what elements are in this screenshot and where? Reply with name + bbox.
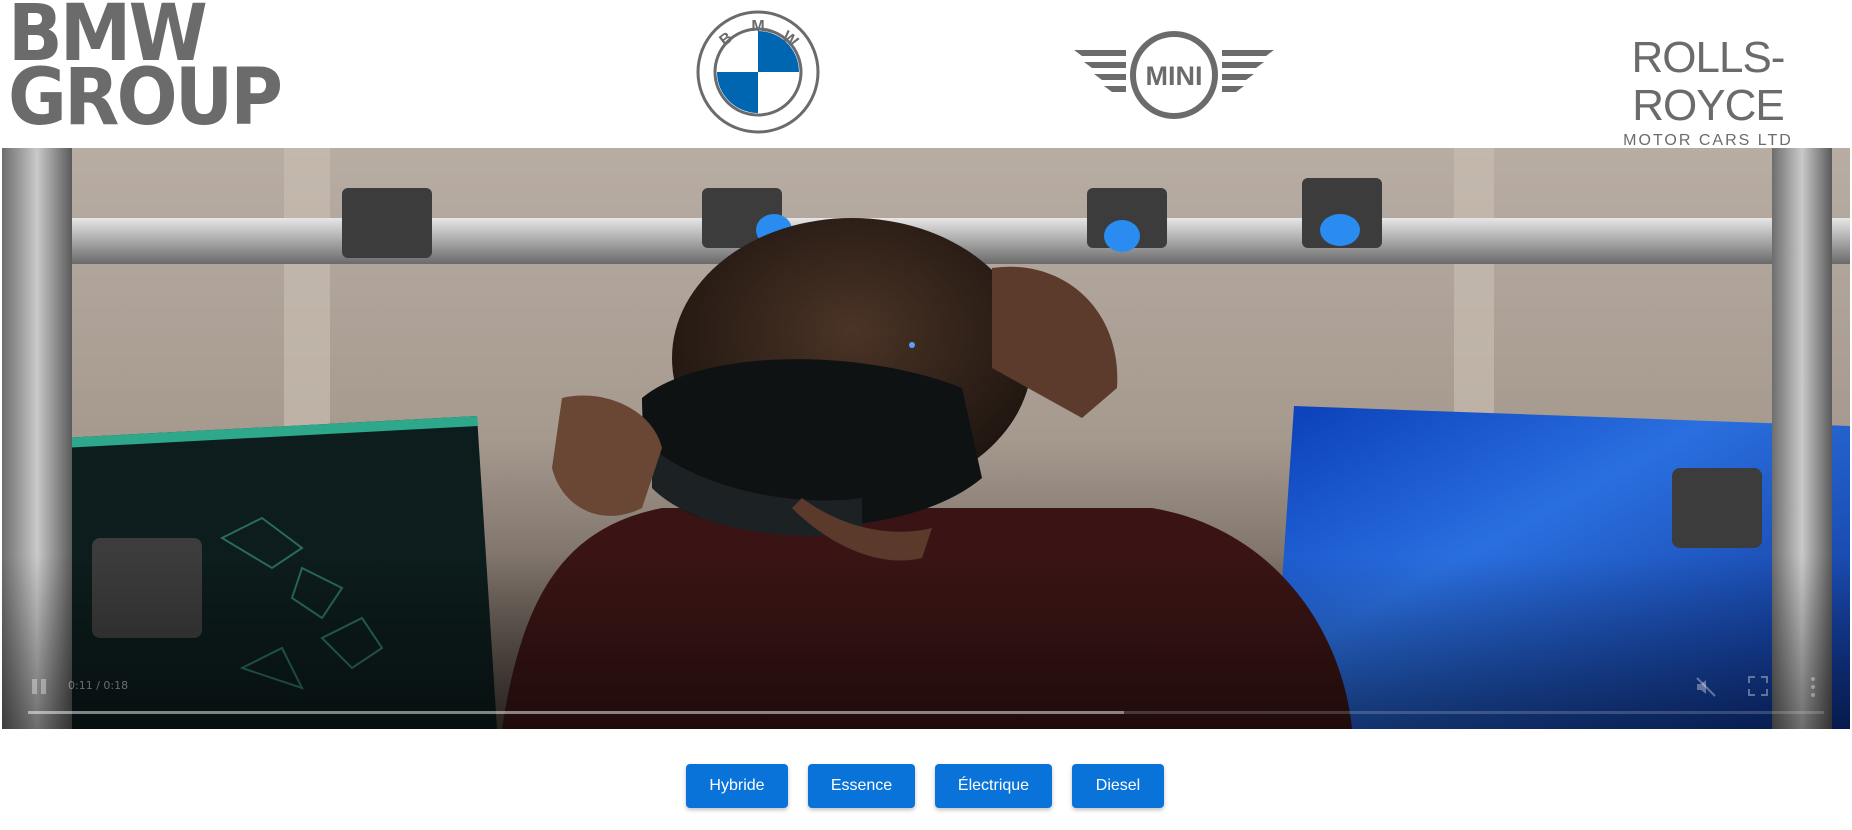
fuel-type-buttons: Hybride Essence Électrique Diesel [0, 764, 1852, 808]
video-controls: 0:11 / 0:18 [2, 669, 1850, 729]
bmw-letter-m: M [751, 18, 764, 35]
more-options-icon[interactable] [1810, 675, 1816, 699]
video-progress-bar[interactable] [28, 711, 1824, 714]
bmw-group-logo[interactable]: BMW GROUP [8, 0, 304, 143]
bmw-group-logo-line2: GROUP [8, 53, 283, 143]
fullscreen-icon[interactable] [1748, 676, 1768, 696]
diesel-button[interactable]: Diesel [1072, 764, 1164, 808]
mini-logo[interactable]: MINI [1074, 28, 1274, 122]
bmw-roundel-logo[interactable]: B M W [696, 10, 820, 134]
mini-logo-text: MINI [1146, 61, 1203, 91]
essence-button[interactable]: Essence [808, 764, 915, 808]
muted-speaker-icon[interactable] [1694, 675, 1718, 699]
video-time: 0:11 / 0:18 [68, 679, 129, 692]
brand-header: BMW GROUP B M W MINI ROLLS-ROYCE MOTOR C… [0, 0, 1852, 150]
video-frame [2, 148, 1850, 729]
hybride-button[interactable]: Hybride [686, 764, 788, 808]
pause-icon[interactable] [32, 679, 48, 695]
rolls-royce-logo[interactable]: ROLLS-ROYCE MOTOR CARS LTD [1568, 34, 1848, 150]
electrique-button[interactable]: Électrique [935, 764, 1052, 808]
video-player[interactable]: 0:11 / 0:18 [2, 148, 1850, 729]
video-progress-fill [28, 711, 1124, 714]
rolls-royce-title: ROLLS-ROYCE [1631, 33, 1786, 130]
